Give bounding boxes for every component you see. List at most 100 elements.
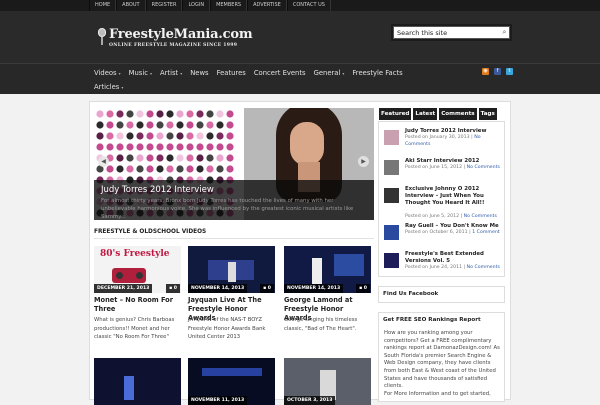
featured-date: Posted on June 24, 2011 [405,265,463,270]
featured-thumbnail[interactable] [384,188,399,203]
featured-meta: Posted on January 30, 2013 | No Comments [405,135,481,147]
chevron-down-icon: ▾ [121,85,124,90]
featured-date: Posted on June 5, 2012 [405,214,460,219]
tab-tags[interactable]: Tags [478,108,497,120]
featured-date: Posted on June 15, 2012 [405,165,463,170]
nav-music[interactable]: Music ▾ [129,69,152,77]
video-date: OCTOBER 3, 2013 [284,396,336,405]
comment-count[interactable]: ▪ 0 [260,284,274,293]
tab-comments[interactable]: Comments [439,108,477,120]
nav-videos-label: Videos [94,69,117,77]
featured-comments[interactable]: 1 Comment [472,230,499,235]
featured-date: Posted on October 6, 2011 [405,230,468,235]
video-card[interactable]: 80's Freestyle DECEMBER 21, 2013 ▪ 0 Monet … [94,246,181,351]
featured-title[interactable]: Judy Torres 2012 Interview [405,128,503,135]
video-excerpt: JAYQUAN of the NAS-T BOYZ Freestyle Hono… [188,317,266,341]
nav-music-label: Music [128,69,148,77]
featured-title[interactable]: Freestyle's Best Extended Versions Vol. … [405,251,503,265]
featured-item[interactable]: Exclusive Johnny O 2012 Interview – Just… [384,186,504,219]
top-nav-home[interactable]: HOME [89,0,117,11]
chevron-down-icon: ▾ [180,71,183,76]
search-box[interactable]: Search this site ⌕ [393,26,510,39]
nav-artist[interactable]: Artist ▾ [160,69,182,77]
search-input[interactable]: Search this site [394,29,500,37]
top-nav-members[interactable]: MEMBERS [210,0,248,11]
video-card[interactable]: NOVEMBER 14, 2013 ▪ 0 George Lamond at Fre… [284,246,371,351]
slider-title[interactable]: Judy Torres 2012 Interview [101,185,214,195]
video-card[interactable] [94,358,181,405]
video-card[interactable]: OCTOBER 3, 2013 [284,358,371,405]
video-date: NOVEMBER 11, 2013 [188,396,248,405]
top-nav-login[interactable]: LOGIN [182,0,211,11]
site-logo[interactable]: FreestyleMania.com ONLINE FREESTYLE MAGA… [97,27,253,48]
video-card[interactable]: NOVEMBER 14, 2013 ▪ 0 Jayquan Live At The … [188,246,275,351]
nav-freestyle-facts[interactable]: Freestyle Facts [352,69,402,77]
video-thumbnail[interactable] [94,358,181,405]
featured-thumbnail[interactable] [384,130,399,145]
featured-thumbnail[interactable] [384,160,399,175]
logo-title: FreestyleMania.com [109,27,253,42]
comment-count-value: 0 [173,286,177,291]
featured-item[interactable]: Ray Guell – You Don't Know Me Posted on O… [384,223,504,249]
nav-general[interactable]: General ▾ [314,69,345,77]
nav-concert-events[interactable]: Concert Events [254,69,306,77]
main-nav-row-1: Videos ▾ Music ▾ Artist ▾ News Features Con… [94,69,411,77]
featured-item[interactable]: Freestyle's Best Extended Versions Vol. … [384,251,504,277]
featured-comments[interactable]: No Comments [467,265,500,270]
nav-general-label: General [313,69,341,77]
nav-news[interactable]: News [190,69,208,77]
featured-thumbnail[interactable] [384,253,399,268]
video-card[interactable]: NOVEMBER 11, 2013 [188,358,275,405]
tab-featured[interactable]: Featured [379,108,412,120]
main-nav-row-2: Articles ▾ [94,83,131,91]
nav-articles-label: Articles [94,83,120,91]
microphone-icon [97,28,107,46]
featured-comments[interactable]: No Comments [467,165,500,170]
nav-videos[interactable]: Videos ▾ [94,69,121,77]
top-nav-about[interactable]: ABOUT [116,0,146,11]
top-nav-advertise[interactable]: ADVERTISE [247,0,287,11]
comment-count[interactable]: ▪ 0 [356,284,370,293]
comment-count[interactable]: ▪ 0 [166,284,180,293]
video-excerpt: George singing his timeless classic, "Ba… [284,317,358,332]
videos-section-title: FREESTYLE & OLDSCHOOL VIDEOS [94,229,207,235]
nav-features[interactable]: Features [217,69,246,77]
top-nav-register[interactable]: REGISTER [145,0,183,11]
twitter-icon[interactable]: t [506,68,513,75]
slider-prev-icon[interactable]: ◀ [98,156,109,167]
video-title[interactable]: Monet – No Room For Three [94,296,181,314]
chevron-down-icon: ▾ [118,71,121,76]
main-nav: Videos ▾ Music ▾ Artist ▾ News Features Con… [0,63,600,94]
thumbnail-text: 80's Freestyle [100,249,170,259]
comment-bubble-icon: ▪ [263,286,267,291]
chevron-down-icon: ▾ [342,71,345,76]
featured-meta: Posted on October 6, 2011 | 1 Comment [405,230,500,235]
video-date: DECEMBER 21, 2013 [94,284,153,293]
featured-item[interactable]: Aki Starr Interview 2012 Posted on June 1… [384,158,504,184]
top-nav-contact[interactable]: CONTACT US [286,0,331,11]
featured-title[interactable]: Ray Guell – You Don't Know Me [405,223,503,230]
social-icons: ◉ f t [477,68,513,75]
top-bar: HOME ABOUT REGISTER LOGIN MEMBERS ADVERT… [0,0,600,11]
search-icon[interactable]: ⌕ [500,28,509,37]
facebook-icon[interactable]: f [494,68,501,75]
featured-title[interactable]: Exclusive Johnny O 2012 Interview – Just… [405,186,503,207]
section-divider [94,238,374,239]
tab-latest[interactable]: Latest [413,108,438,120]
featured-slider[interactable]: ◀ ▶ Judy Torres 2012 Interview For almos… [94,108,374,220]
featured-item[interactable]: Judy Torres 2012 Interview Posted on Janu… [384,128,504,154]
rss-icon[interactable]: ◉ [482,68,489,75]
video-date: NOVEMBER 14, 2013 [284,284,344,293]
featured-thumbnail[interactable] [384,225,399,240]
featured-comments[interactable]: No Comments [464,214,497,219]
comment-bubble-icon: ▪ [359,286,363,291]
top-nav: HOME ABOUT REGISTER LOGIN MEMBERS ADVERT… [89,0,331,11]
nav-articles[interactable]: Articles ▾ [94,83,123,91]
featured-title[interactable]: Aki Starr Interview 2012 [405,158,503,165]
comment-count-value: 0 [363,286,367,291]
logo-subtitle: ONLINE FREESTYLE MAGAZINE SINCE 1999 [109,43,238,48]
slider-excerpt: For almost thirty years, Bronx born Judy… [101,198,354,220]
featured-list: Judy Torres 2012 Interview Posted on Janu… [378,121,505,277]
comment-count-value: 0 [267,286,271,291]
slider-next-icon[interactable]: ▶ [358,156,369,167]
